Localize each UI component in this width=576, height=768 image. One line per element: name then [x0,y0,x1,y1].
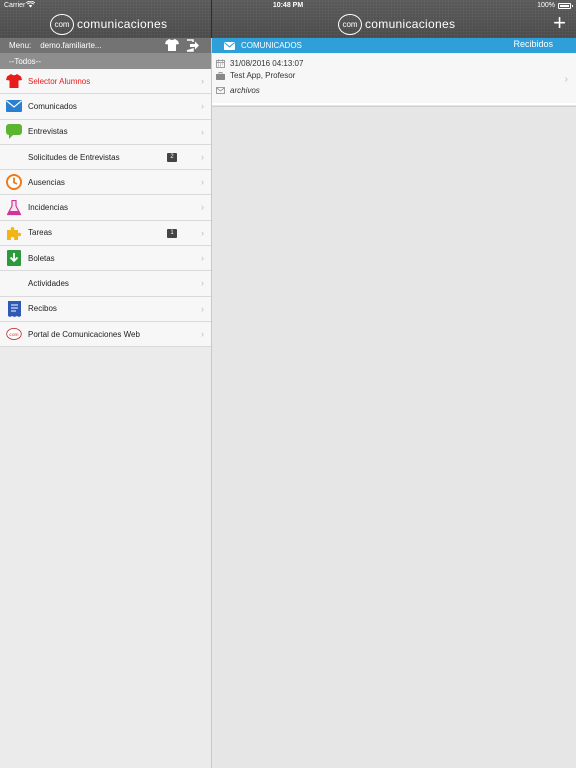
message-row[interactable]: 31/08/2016 04:13:07 Test App, Profesor a… [212,53,576,105]
chevron-right-icon: › [201,76,204,86]
menu-label: Menu: [9,41,32,50]
chevron-right-icon: › [201,101,204,112]
chevron-right-icon: › [201,202,204,213]
logout-icon[interactable] [186,39,200,54]
app-logo-left: com comunicaciones [50,12,167,36]
count-badge: 1 [167,228,177,238]
chevron-right-icon: › [201,278,204,289]
chevron-right-icon: › [201,253,204,264]
nav-label: Comunicados [28,101,77,111]
brand-name: comunicaciones [365,17,456,31]
nav-label: Incidencias [28,203,69,213]
app-logo-right: com comunicaciones [338,12,455,36]
pane-divider [211,0,212,768]
folder-selector[interactable]: Recibidos [513,39,553,49]
nav-item-portal[interactable]: com Portal de Comunicaciones Web › [0,322,211,348]
chevron-right-icon: › [201,303,204,314]
nav-label: Tareas [28,228,53,238]
sidebar: Menu: demo.familiarte... --Todos-- Selec… [0,38,211,768]
message-attachments-row: archivos [215,86,260,95]
nav-label: Recibos [28,304,57,314]
status-bar: Carrier 10:48 PM 100% [0,0,576,12]
nav-item-recibos[interactable]: Recibos › [0,297,211,322]
shirt-icon [6,73,22,89]
chevron-right-icon: › [201,151,204,162]
envelope-icon [224,37,235,55]
receipt-icon [6,300,22,317]
message-date: 31/08/2016 04:13:07 [230,59,304,68]
nav-item-ausencias[interactable]: Ausencias › [0,170,211,196]
briefcase-icon [215,71,225,80]
puzzle-icon [6,225,22,241]
nav-item-comunicados[interactable]: Comunicados › [0,94,211,120]
count-badge: 2 [167,152,177,162]
message-attachments: archivos [230,86,260,95]
battery-icon [558,3,573,9]
clock-icon [6,174,22,191]
calendar-icon [215,59,225,68]
nav-label: Portal de Comunicaciones Web [28,329,140,339]
brand-name: comunicaciones [77,17,168,31]
chevron-right-icon: › [201,328,204,339]
message-sender: Test App, Profesor [230,71,296,80]
user-name[interactable]: demo.familiarte... [40,41,101,50]
nav-label: Actividades [28,279,69,289]
speech-bubble-icon [6,124,22,140]
nav-label: Ausencias [28,177,65,187]
com-logo-icon: com [6,326,22,342]
section-header: COMUNICADOS Recibidos [212,38,576,53]
chevron-right-icon: › [564,74,568,85]
com-badge: com [338,13,362,35]
nav-label: Entrevistas [28,127,68,137]
chevron-right-icon: › [201,126,204,137]
add-icon[interactable]: + [553,10,566,36]
chevron-right-icon: › [201,227,204,238]
nav-label: Selector Alumnos [28,76,91,86]
header-divider [211,0,212,38]
nav-item-entrevistas[interactable]: Entrevistas › [0,120,211,145]
row-separator [212,106,576,107]
svg-text:com: com [9,333,18,338]
battery-percent: 100% [537,2,555,9]
nav-label: Solicitudes de Entrevistas [28,152,120,162]
envelope-outline-icon [215,86,225,95]
envelope-icon [6,98,22,114]
nav-item-selector-alumnos[interactable]: Selector Alumnos › [0,69,211,95]
nav-item-actividades[interactable]: Actividades › [0,271,211,297]
nav-item-incidencias[interactable]: Incidencias › [0,195,211,221]
clock: 10:48 PM [272,2,304,9]
nav-item-solicitudes[interactable]: Solicitudes de Entrevistas 2 › [0,145,211,171]
nav-item-boletas[interactable]: Boletas › [0,246,211,272]
section-title: COMUNICADOS [241,41,302,50]
flask-icon [6,199,22,216]
student-filter[interactable]: --Todos-- [0,53,211,69]
chevron-right-icon: › [201,177,204,188]
shirt-icon[interactable] [165,39,179,53]
download-icon [6,250,22,267]
nav-list: Selector Alumnos › Comunicados › Entrevi… [0,69,211,348]
menu-bar: Menu: demo.familiarte... [0,38,211,53]
nav-label: Boletas [28,253,55,263]
com-badge: com [50,13,74,35]
message-date-row: 31/08/2016 04:13:07 [215,59,303,68]
nav-item-tareas[interactable]: Tareas 1 › [0,221,211,247]
message-sender-row: Test App, Profesor [215,71,295,80]
